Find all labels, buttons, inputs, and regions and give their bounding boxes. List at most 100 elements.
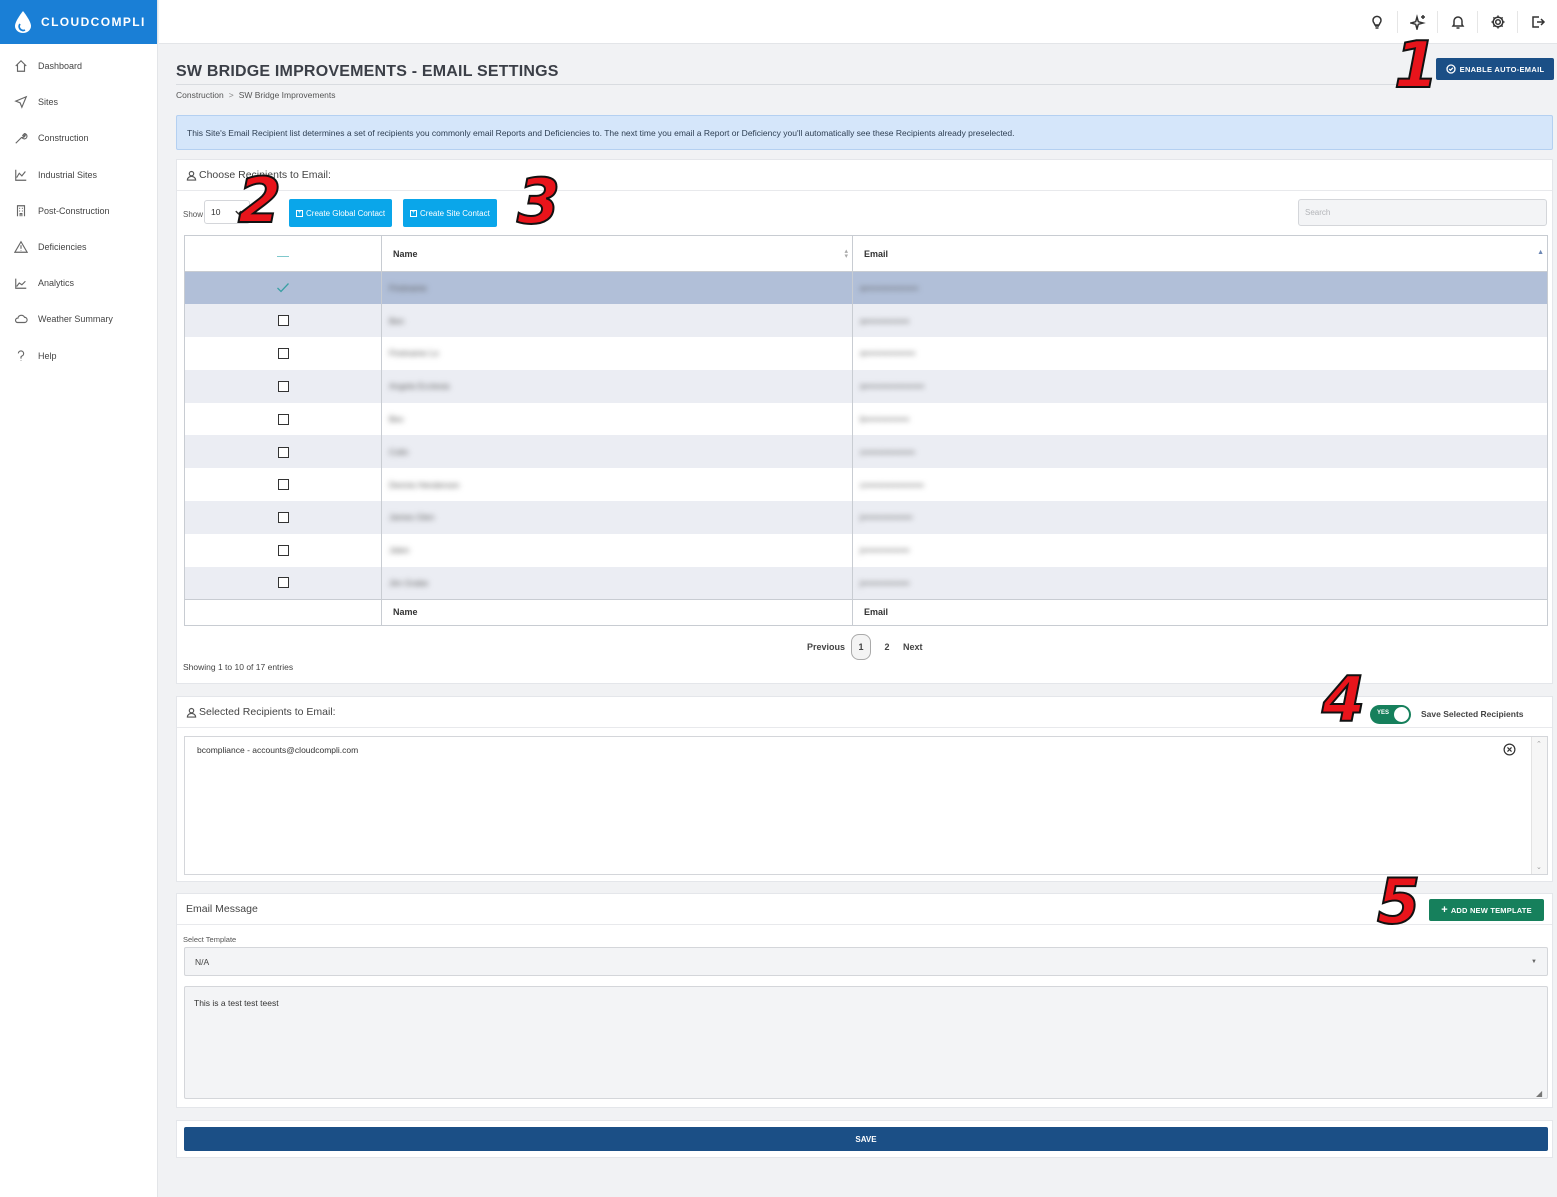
email-cell: c••••••••••••••••• bbox=[852, 435, 1548, 469]
name-header-label: Name bbox=[393, 248, 418, 259]
row-checkbox[interactable] bbox=[277, 512, 289, 524]
row-select-cell[interactable] bbox=[184, 501, 382, 534]
sidebar-item-label: Dashboard bbox=[38, 61, 83, 72]
sidebar-item-label: Sites bbox=[38, 97, 59, 108]
table-row[interactable]: Bev b••••••••••••••• bbox=[184, 402, 1548, 436]
user-icon bbox=[186, 170, 197, 181]
row-select-cell[interactable] bbox=[184, 533, 382, 567]
create-global-contact-button[interactable]: + Create Global Contact bbox=[289, 199, 393, 227]
sidebar-item-industrial-sites[interactable]: Industrial Sites bbox=[0, 157, 157, 193]
caret-down-icon: ▼ bbox=[1531, 958, 1537, 965]
row-checkbox[interactable] bbox=[277, 544, 289, 556]
save-selected-toggle[interactable]: YES bbox=[1370, 705, 1411, 724]
enable-auto-email-button[interactable]: ENABLE AUTO-EMAIL bbox=[1436, 58, 1554, 80]
table-row[interactable]: Colin c••••••••••••••••• bbox=[184, 435, 1548, 469]
email-message-textarea[interactable]: This is a test test teest bbox=[184, 986, 1548, 1099]
sidebar-item-deficiencies[interactable]: Deficiencies bbox=[0, 229, 157, 265]
sidebar-item-help[interactable]: Help bbox=[0, 338, 157, 374]
row-select-cell[interactable] bbox=[184, 468, 382, 502]
contact-name: Firstname Lo bbox=[389, 348, 439, 359]
name-cell: Jalen bbox=[381, 533, 853, 567]
plus-square-icon: + bbox=[296, 209, 303, 217]
email-message-title: Email Message bbox=[186, 903, 258, 915]
row-select-cell[interactable] bbox=[184, 435, 382, 469]
email-cell: j•••••••••••••••• bbox=[852, 533, 1548, 567]
row-select-cell[interactable] bbox=[184, 271, 382, 305]
search-input[interactable] bbox=[1298, 199, 1547, 226]
row-select-cell[interactable] bbox=[184, 566, 382, 600]
lightbulb-icon[interactable] bbox=[1357, 11, 1397, 33]
sidebar-item-dashboard[interactable]: Dashboard bbox=[0, 48, 157, 84]
pagination-next[interactable]: Next bbox=[903, 642, 923, 652]
water-drop-icon bbox=[15, 11, 31, 33]
scroll-down-icon[interactable]: ⌄ bbox=[1536, 863, 1542, 871]
email-cell: a•••••••••••••••••• bbox=[852, 271, 1548, 305]
name-cell: James Glen bbox=[381, 501, 853, 534]
pagination-page-1[interactable]: 1 bbox=[851, 634, 872, 660]
plus-square-icon: + bbox=[410, 209, 417, 217]
top-bar bbox=[159, 0, 1557, 44]
brand-name: CLOUDCOMPLI bbox=[41, 15, 146, 29]
contact-name: Dennis Henderson bbox=[389, 479, 460, 490]
row-checkbox[interactable] bbox=[277, 315, 289, 327]
email-message-header: Email Message + ADD NEW TEMPLATE bbox=[177, 894, 1552, 925]
select-all-header[interactable] bbox=[184, 235, 382, 272]
table-row[interactable]: Jalen j•••••••••••••••• bbox=[184, 533, 1548, 567]
save-button[interactable]: SAVE bbox=[184, 1127, 1548, 1151]
sidebar-item-analytics[interactable]: Analytics bbox=[0, 265, 157, 301]
sidebar-item-construction[interactable]: Construction bbox=[0, 120, 157, 156]
sidebar-item-post-construction[interactable]: Post-Construction bbox=[0, 193, 157, 229]
row-select-cell[interactable] bbox=[184, 369, 382, 403]
template-select[interactable]: N/A ▼ bbox=[184, 947, 1548, 976]
email-cell: a•••••••••••••••••••• bbox=[852, 369, 1548, 403]
table-row[interactable]: Firstname a•••••••••••••••••• bbox=[184, 271, 1548, 305]
sidebar-item-sites[interactable]: Sites bbox=[0, 84, 157, 120]
scroll-up-icon[interactable]: ⌃ bbox=[1536, 740, 1542, 748]
contact-email: a•••••••••••••••••• bbox=[860, 283, 919, 294]
table-row[interactable]: Firstname Lo a••••••••••••••••• bbox=[184, 337, 1548, 370]
gear-icon[interactable] bbox=[1477, 11, 1517, 33]
row-select-cell[interactable] bbox=[184, 304, 382, 338]
logout-icon[interactable] bbox=[1517, 11, 1557, 33]
resize-handle-icon[interactable]: ◢ bbox=[1536, 1089, 1542, 1098]
user-icon bbox=[186, 707, 197, 718]
name-column-header[interactable]: Name ▴ ▾ bbox=[381, 235, 853, 272]
annotation-5: 5 bbox=[1376, 865, 1421, 938]
contact-name: Firstname bbox=[389, 283, 427, 294]
remove-recipient-icon[interactable] bbox=[1503, 743, 1516, 756]
recipients-scrollbar[interactable]: ⌃ ⌄ bbox=[1531, 737, 1547, 874]
contact-name: Colin bbox=[389, 446, 409, 457]
bell-icon[interactable] bbox=[1437, 11, 1477, 33]
breadcrumb-item-construction[interactable]: Construction bbox=[176, 90, 224, 100]
contact-email: c••••••••••••••••• bbox=[860, 446, 915, 457]
row-checkbox[interactable] bbox=[277, 348, 289, 360]
toggle-label: YES bbox=[1377, 710, 1390, 716]
selected-recipients-list: bcompliance - accounts@cloudcompli.com ⌃… bbox=[184, 736, 1548, 875]
row-checkbox[interactable] bbox=[277, 479, 289, 491]
email-column-header[interactable]: Email ▲ bbox=[852, 235, 1548, 272]
table-row[interactable]: Jim Grabe j•••••••••••••••• bbox=[184, 566, 1548, 600]
name-cell: Angela Ecclesia bbox=[381, 369, 853, 403]
sidebar-item-label: Post-Construction bbox=[38, 205, 110, 216]
row-checkbox[interactable] bbox=[277, 577, 289, 589]
table-row[interactable]: James Glen j••••••••••••••••• bbox=[184, 501, 1548, 534]
table-row[interactable]: Ben a••••••••••••••• bbox=[184, 304, 1548, 338]
sidebar-item-weather-summary[interactable]: Weather Summary bbox=[0, 301, 157, 337]
create-global-contact-label: Create Global Contact bbox=[306, 208, 386, 218]
row-checkbox[interactable] bbox=[277, 446, 289, 458]
pagination-page-2[interactable]: 2 bbox=[877, 642, 897, 652]
pagination-previous[interactable]: Previous bbox=[807, 642, 845, 652]
footer-email-label: Email bbox=[852, 598, 1548, 626]
row-checkbox[interactable] bbox=[277, 380, 289, 392]
row-select-cell[interactable] bbox=[184, 402, 382, 436]
row-checkbox[interactable] bbox=[277, 413, 289, 425]
create-site-contact-button[interactable]: + Create Site Contact bbox=[403, 199, 497, 227]
brand-logo[interactable]: CLOUDCOMPLI bbox=[0, 0, 157, 44]
table-row[interactable]: Dennis Henderson c•••••••••••••••••••• bbox=[184, 468, 1548, 502]
sidebar-item-label: Analytics bbox=[38, 278, 75, 289]
info-alert: This Site's Email Recipient list determi… bbox=[176, 115, 1553, 150]
add-new-template-button[interactable]: + ADD NEW TEMPLATE bbox=[1429, 899, 1544, 921]
table-row[interactable]: Angela Ecclesia a•••••••••••••••••••• bbox=[184, 369, 1548, 403]
contact-email: a•••••••••••••••••••• bbox=[860, 381, 925, 392]
row-select-cell[interactable] bbox=[184, 337, 382, 370]
